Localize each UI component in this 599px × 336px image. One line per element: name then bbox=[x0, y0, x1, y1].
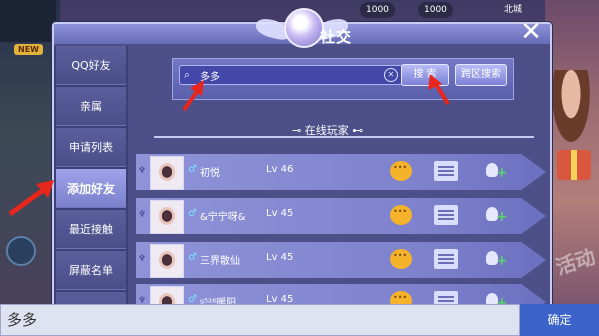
player-row[interactable]: ♆ ♂ &宁宁呀& Lv 45 ▾ bbox=[136, 198, 546, 234]
add-friend-icon[interactable] bbox=[482, 205, 508, 225]
cross-server-search-button[interactable]: 跨区搜索 bbox=[455, 64, 507, 86]
divider bbox=[154, 136, 534, 138]
sidebar-item-recent[interactable]: 最近接触 bbox=[56, 210, 126, 249]
male-icon: ♂ bbox=[188, 208, 197, 219]
chat-icon[interactable] bbox=[390, 161, 412, 181]
text-input-bar: 多多 确定 bbox=[0, 304, 599, 336]
sidebar-item-add-friend[interactable]: 添加好友 bbox=[56, 169, 126, 208]
sidebar-item-requests[interactable]: 申请列表 bbox=[56, 128, 126, 167]
male-icon: ♂ bbox=[188, 252, 197, 263]
player-row[interactable]: ♆ ♂ 三界散仙 Lv 45 ▾ bbox=[136, 242, 546, 278]
character-portrait bbox=[549, 70, 593, 150]
search-button[interactable]: 搜 索 bbox=[401, 64, 449, 86]
social-dialog: 社交 ✕ QQ好友 亲属 申请列表 添加好友 最近接触 屏蔽名单 外观设置 ⌕ … bbox=[52, 8, 552, 331]
search-input-value[interactable]: 多多 bbox=[200, 68, 384, 83]
player-level: Lv 45 bbox=[266, 208, 294, 219]
rank-badge-icon: ♆ bbox=[138, 166, 147, 176]
orb-icon bbox=[284, 8, 324, 48]
avatar[interactable] bbox=[150, 244, 184, 278]
search-input[interactable]: ⌕ 多多 ✕ bbox=[179, 65, 403, 85]
add-friend-icon[interactable] bbox=[482, 161, 508, 181]
gift-icon[interactable] bbox=[557, 150, 591, 180]
add-friend-icon[interactable] bbox=[482, 249, 508, 269]
expand-icon[interactable]: ▾ bbox=[536, 180, 546, 190]
player-name: 三界散仙 bbox=[200, 256, 240, 267]
profile-card-icon[interactable] bbox=[434, 249, 458, 269]
male-icon: ♂ bbox=[188, 164, 197, 175]
player-level: Lv 45 bbox=[266, 252, 294, 263]
main-panel: ⌕ 多多 ✕ 搜 索 跨区搜索 ⊸ 在线玩家 ⊷ ♆ ♂ 初悦 Lv 46 ▾ bbox=[132, 46, 546, 320]
sidebar-item-qq-friends[interactable]: QQ好友 bbox=[56, 46, 126, 85]
profile-card-icon[interactable] bbox=[434, 205, 458, 225]
profile-card-icon[interactable] bbox=[434, 161, 458, 181]
close-icon[interactable]: ✕ bbox=[518, 19, 544, 46]
sidebar-item-blocked[interactable]: 屏蔽名单 bbox=[56, 251, 126, 290]
player-name: 初悦 bbox=[200, 168, 220, 179]
text-input-field[interactable]: 多多 bbox=[0, 304, 520, 336]
player-avatar-thumbnail[interactable] bbox=[0, 0, 56, 42]
chat-icon[interactable] bbox=[390, 205, 412, 225]
avatar[interactable] bbox=[150, 200, 184, 234]
expand-icon[interactable]: ▾ bbox=[536, 224, 546, 234]
city-label[interactable]: 北城 bbox=[498, 2, 528, 18]
sidebar-item-relatives[interactable]: 亲属 bbox=[56, 87, 126, 126]
clear-icon[interactable]: ✕ bbox=[384, 68, 398, 82]
new-badge: NEW bbox=[14, 44, 43, 55]
search-icon: ⌕ bbox=[184, 68, 191, 81]
player-row[interactable]: ♆ ♂ 初悦 Lv 46 ▾ bbox=[136, 154, 546, 190]
player-name: &宁宁呀& bbox=[200, 212, 246, 223]
gem-counter: 1000 bbox=[418, 2, 453, 18]
sidebar: QQ好友 亲属 申请列表 添加好友 最近接触 屏蔽名单 外观设置 bbox=[54, 46, 128, 331]
avatar[interactable] bbox=[150, 156, 184, 190]
expand-icon[interactable]: ▾ bbox=[536, 268, 546, 278]
voice-mic-icon[interactable] bbox=[6, 236, 36, 266]
dialog-title: 社交 bbox=[320, 28, 353, 46]
rank-badge-icon: ♆ bbox=[138, 210, 147, 220]
confirm-button[interactable]: 确定 bbox=[520, 304, 599, 336]
search-panel: ⌕ 多多 ✕ 搜 索 跨区搜索 bbox=[172, 58, 514, 100]
rank-badge-icon: ♆ bbox=[138, 254, 147, 264]
chat-icon[interactable] bbox=[390, 249, 412, 269]
coin-counter: 1000 bbox=[360, 2, 395, 18]
player-level: Lv 46 bbox=[266, 164, 294, 175]
